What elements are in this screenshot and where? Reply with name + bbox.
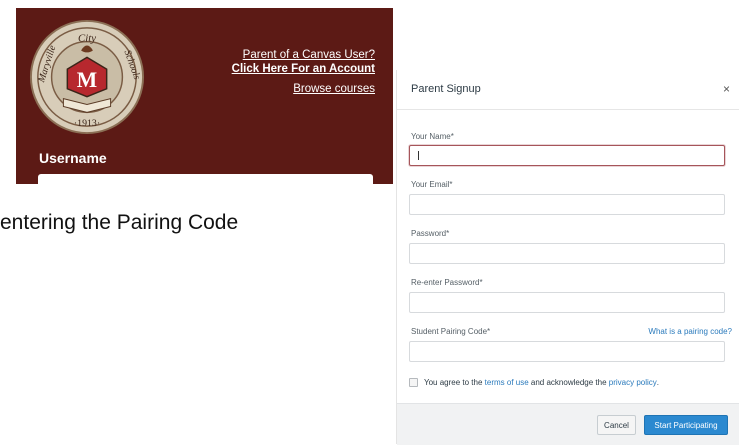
modal-footer: Cancel Start Participating	[397, 403, 739, 445]
pairing-code-field[interactable]	[409, 341, 725, 362]
document-caption: entering the Pairing Code	[0, 211, 239, 234]
pairing-code-help-link[interactable]: What is a pairing code?	[648, 327, 732, 336]
pairing-code-label: Student Pairing Code*	[411, 327, 491, 336]
parent-account-link[interactable]: Parent of a Canvas User? Click Here For …	[232, 48, 375, 76]
login-banner: M City ·1913· Maryville Schools Parent o…	[16, 8, 393, 184]
parent-link-line1: Parent of a Canvas User?	[242, 49, 375, 61]
agree-suffix: .	[656, 378, 660, 387]
svg-text:City: City	[78, 33, 96, 45]
text-caret	[418, 151, 419, 160]
parent-link-line2: Click Here For an Account	[231, 63, 375, 75]
password-field[interactable]	[409, 243, 725, 264]
email-label: Your Email*	[411, 180, 453, 189]
agree-checkbox[interactable]	[409, 378, 418, 387]
email-field[interactable]	[409, 194, 725, 215]
privacy-policy-link[interactable]: privacy policy	[609, 378, 657, 387]
svg-text:·1913·: ·1913·	[74, 118, 100, 129]
terms-agreement-row: You agree to the terms of use and acknow…	[409, 378, 659, 387]
terms-of-use-link[interactable]: terms of use	[485, 378, 529, 387]
agree-middle: and acknowledge the	[530, 378, 607, 387]
svg-text:M: M	[77, 68, 97, 92]
password-label: Password*	[411, 229, 450, 238]
parent-signup-modal: Parent Signup × Your Name* Your Email* P…	[396, 70, 739, 445]
name-field[interactable]	[409, 145, 725, 166]
modal-title: Parent Signup	[411, 83, 481, 95]
reenter-password-field[interactable]	[409, 292, 725, 313]
reenter-password-label: Re-enter Password*	[411, 278, 483, 287]
close-icon[interactable]: ×	[723, 82, 730, 96]
username-input[interactable]	[38, 174, 373, 184]
username-label: Username	[39, 150, 107, 166]
school-seal-logo: M City ·1913· Maryville Schools	[29, 19, 145, 135]
modal-header: Parent Signup ×	[397, 70, 739, 110]
agree-prefix: You agree to the	[424, 378, 483, 387]
cancel-button[interactable]: Cancel	[597, 415, 636, 435]
name-label: Your Name*	[411, 132, 454, 141]
browse-courses-link[interactable]: Browse courses	[293, 83, 375, 95]
start-participating-button[interactable]: Start Participating	[644, 415, 728, 435]
